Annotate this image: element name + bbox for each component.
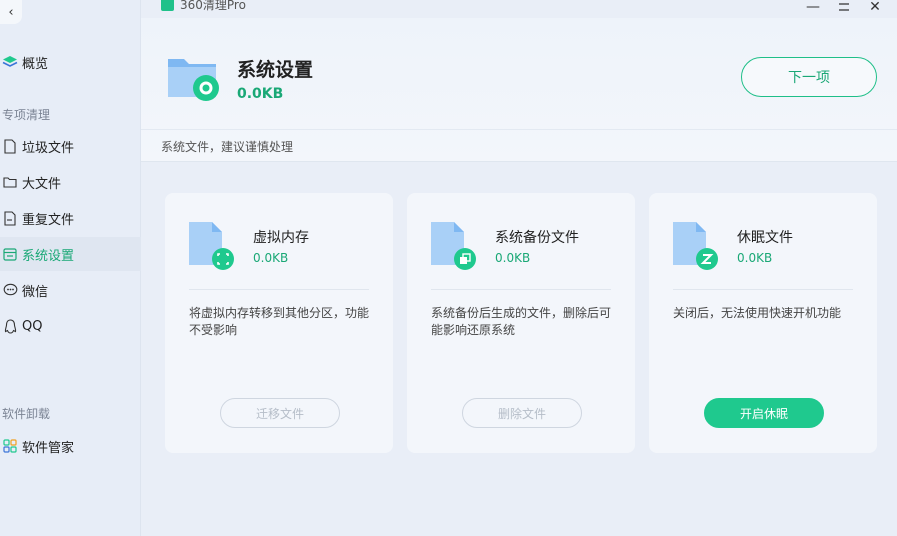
sidebar-item-label: 重复文件 bbox=[22, 212, 75, 228]
card-size: 0.0KB bbox=[495, 251, 531, 265]
minimize-icon: — bbox=[806, 0, 820, 15]
virtual-memory-file-icon bbox=[188, 221, 234, 271]
page-title: 系统设置 bbox=[237, 59, 314, 81]
duplicate-file-icon bbox=[2, 210, 18, 226]
system-settings-icon bbox=[2, 246, 18, 262]
migrate-files-button[interactable]: 迁移文件 bbox=[220, 398, 340, 428]
card-description: 关闭后，无法使用快速开机功能 bbox=[673, 306, 842, 320]
sidebar-item-label: QQ bbox=[22, 318, 43, 334]
app-title: 360清理Pro bbox=[161, 0, 246, 13]
header-divider bbox=[141, 129, 897, 130]
qq-icon bbox=[2, 318, 18, 334]
restore-icon bbox=[838, 0, 850, 15]
close-button[interactable]: ✕ bbox=[865, 0, 885, 16]
card-virtual-memory: 虚拟内存 0.0KB 将虚拟内存转移到其他分区，功能不受影响 迁移文件 bbox=[165, 193, 393, 453]
sidebar-item-label: 垃圾文件 bbox=[22, 140, 75, 156]
layers-icon bbox=[2, 54, 18, 70]
card-hibernation: 休眠文件 0.0KB 关闭后，无法使用快速开机功能 开启休眠 bbox=[649, 193, 877, 453]
sidebar-item-overview[interactable]: 概览 bbox=[0, 45, 141, 79]
card-title: 虚拟内存 bbox=[253, 230, 309, 246]
sidebar-item-label: 大文件 bbox=[22, 176, 62, 192]
sidebar: ‹ 概览 专项清理 垃圾文件 大文件 重复文件 系统设置 微信 QQ 软件卸载 … bbox=[0, 0, 141, 536]
card-size: 0.0KB bbox=[737, 251, 773, 265]
header-size: 0.0KB bbox=[237, 86, 284, 102]
card-size: 0.0KB bbox=[253, 251, 289, 265]
sidebar-item-system-settings[interactable]: 系统设置 bbox=[0, 237, 141, 271]
card-title: 系统备份文件 bbox=[495, 230, 579, 246]
header-note: 系统文件，建议谨慎处理 bbox=[161, 140, 294, 154]
minimize-button[interactable]: — bbox=[803, 0, 823, 16]
chevron-left-icon: ‹ bbox=[8, 4, 14, 20]
hibernation-file-icon bbox=[672, 221, 718, 271]
sidebar-item-qq[interactable]: QQ bbox=[0, 309, 141, 343]
main-content: 虚拟内存 0.0KB 将虚拟内存转移到其他分区，功能不受影响 迁移文件 系统备份… bbox=[141, 163, 897, 536]
app-logo-icon bbox=[161, 0, 174, 11]
sidebar-item-junk-files[interactable]: 垃圾文件 bbox=[0, 129, 141, 163]
system-backup-file-icon bbox=[430, 221, 476, 271]
app-title-text: 360清理Pro bbox=[180, 0, 246, 12]
delete-files-button[interactable]: 删除文件 bbox=[462, 398, 582, 428]
card-divider bbox=[673, 289, 853, 290]
sidebar-item-label: 系统设置 bbox=[22, 248, 75, 264]
apps-grid-icon bbox=[2, 438, 18, 454]
app-window: ‹ 概览 专项清理 垃圾文件 大文件 重复文件 系统设置 微信 QQ 软件卸载 … bbox=[0, 0, 897, 536]
sidebar-item-label: 微信 bbox=[22, 284, 49, 300]
back-button[interactable]: ‹ bbox=[0, 0, 22, 24]
header-panel: 系统设置 0.0KB 下一项 系统文件，建议谨慎处理 bbox=[141, 18, 897, 162]
card-system-backup: 系统备份文件 0.0KB 系统备份后生成的文件，删除后可能影响还原系统 删除文件 bbox=[407, 193, 635, 453]
card-description: 将虚拟内存转移到其他分区，功能不受影响 bbox=[189, 306, 370, 337]
card-divider bbox=[189, 289, 369, 290]
sidebar-item-large-files[interactable]: 大文件 bbox=[0, 165, 141, 199]
card-title: 休眠文件 bbox=[737, 230, 793, 246]
sidebar-item-label: 概览 bbox=[22, 56, 49, 72]
sidebar-item-duplicate-files[interactable]: 重复文件 bbox=[0, 201, 141, 235]
next-item-button[interactable]: 下一项 bbox=[741, 57, 877, 97]
card-divider bbox=[431, 289, 611, 290]
file-icon bbox=[2, 138, 18, 154]
section-label-uninstall: 软件卸载 bbox=[2, 407, 51, 421]
sidebar-item-wechat[interactable]: 微信 bbox=[0, 273, 141, 307]
wechat-icon bbox=[2, 282, 18, 298]
card-description: 系统备份后生成的文件，删除后可能影响还原系统 bbox=[431, 306, 612, 337]
sidebar-item-label: 软件管家 bbox=[22, 440, 75, 456]
close-icon: ✕ bbox=[869, 0, 881, 15]
sidebar-item-software-manager[interactable]: 软件管家 bbox=[0, 429, 141, 463]
folder-settings-icon bbox=[166, 53, 222, 103]
restore-button[interactable] bbox=[834, 0, 854, 16]
enable-hibernation-button[interactable]: 开启休眠 bbox=[704, 398, 824, 428]
folder-icon bbox=[2, 174, 18, 190]
section-label-clean: 专项清理 bbox=[2, 108, 51, 122]
